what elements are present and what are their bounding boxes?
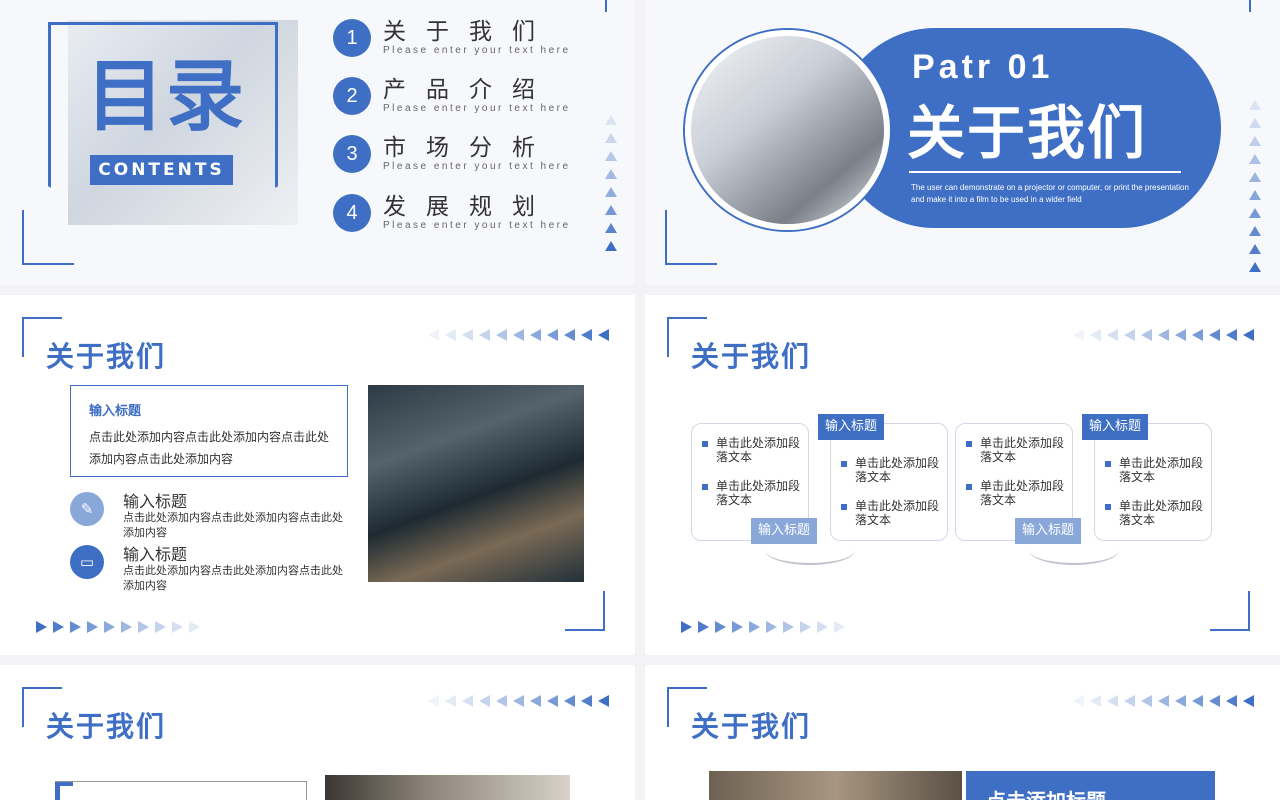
process-tag-2[interactable]: 输入标题 [818,414,885,440]
process-card-4[interactable]: 单击此处添加段落文本 单击此处添加段落文本 [1094,423,1212,541]
toc-item-2[interactable]: 2 产品介绍 Please enter your text here [333,77,571,115]
corner-line-h [22,263,74,265]
card-bullet: 单击此处添加段落文本 [966,436,1072,465]
triangle-column [1249,100,1261,272]
toc-number: 3 [333,135,371,173]
toc-subtitle: Please enter your text here [383,103,571,115]
slide-part-cover[interactable]: Patr 01 关于我们 The user can demonstrate on… [645,0,1280,285]
city-photo [368,385,584,582]
card-bullet: 单击此处添加段落文本 [702,479,808,508]
triangle-row-bottom [36,621,200,633]
process-card-2[interactable]: 单击此处添加段落文本 单击此处添加段落文本 [830,423,948,541]
corner-line-v [22,210,24,265]
toc-item-1[interactable]: 1 关于我们 Please enter your text here [333,19,571,57]
toc-number: 1 [333,19,371,57]
part-description: The user can demonstrate on a projector … [911,183,1189,204]
laptop-photo [325,775,570,800]
corner-bracket [1210,591,1250,631]
card-bullet: 单击此处添加段落文本 [1105,456,1211,485]
triangle-row [1073,695,1254,707]
contents-subtitle: CONTENTS [90,155,233,185]
laptop-icon: ▭ [70,545,104,579]
slide-contents[interactable]: 目录 CONTENTS 1 关于我们 Please enter your tex… [0,0,635,285]
intro-box[interactable]: 输入标题 点击此处添加内容点击此处添加内容点击此处添加内容点击此处添加内容 [70,385,348,477]
corner-line-v [665,210,667,265]
tools-icon: ✎ [70,492,104,526]
toc-title: 市场分析 [383,134,555,161]
toc-number: 4 [333,194,371,232]
feature-body: 点击此处添加内容点击此处添加内容点击此处添加内容 [123,564,343,593]
card-bullet: 单击此处添加段落文本 [841,456,947,485]
toc-item-3[interactable]: 3 市场分析 Please enter your text here [333,135,571,173]
card-bullet: 单击此处添加段落文本 [702,436,808,465]
contents-title: 目录 [86,52,247,142]
card-bullet: 单击此处添加段落文本 [966,479,1072,508]
feature-item-1[interactable]: ✎ 输入标题 点击此处添加内容点击此处添加内容点击此处添加内容 [70,492,343,541]
part-label: Patr 01 [912,48,1054,86]
divider [909,171,1181,173]
toc-title: 发展规划 [383,193,555,220]
process-tag-4[interactable]: 输入标题 [1082,414,1149,440]
intro-box-title: 输入标题 [89,404,142,419]
corner-bracket [565,591,605,631]
slide-about-3[interactable]: 关于我们 [0,665,635,800]
slide-about-2[interactable]: 关于我们 单击此处添加段落文本 单击此处添加段落文本 输入标题 单击此处添加段落… [645,295,1280,655]
section-title: 关于我们 [691,710,812,743]
toc-title: 产品介绍 [383,76,555,103]
toc-item-4[interactable]: 4 发展规划 Please enter your text here [333,194,571,232]
card-bullet: 单击此处添加段落文本 [1105,499,1211,528]
triangle-row [1073,329,1254,341]
part-title: 关于我们 [907,99,1148,167]
title-band: 点击添加标题 [966,771,1215,800]
toc-title: 关于我们 [383,18,555,45]
triangle-row [428,695,609,707]
section-title: 关于我们 [46,710,167,743]
feature-title: 输入标题 [123,492,188,511]
content-box [55,781,307,800]
triangle-row-bottom [681,621,845,633]
triangle-row [428,329,609,341]
feature-item-2[interactable]: ▭ 输入标题 点击此处添加内容点击此处添加内容点击此处添加内容 [70,545,343,594]
toc-subtitle: Please enter your text here [383,161,571,173]
triangle-column [605,115,617,251]
intro-box-body: 点击此处添加内容点击此处添加内容点击此处添加内容点击此处添加内容 [89,430,330,466]
slide-about-1[interactable]: 关于我们 输入标题 点击此处添加内容点击此处添加内容点击此处添加内容点击此处添加… [0,295,635,655]
section-title: 关于我们 [46,340,167,373]
corner-line-h [665,263,717,265]
corner-line [1249,0,1251,12]
toc-subtitle: Please enter your text here [383,220,571,232]
feature-body: 点击此处添加内容点击此处添加内容点击此处添加内容 [123,511,343,540]
meeting-photo [685,30,890,230]
slide-about-4[interactable]: 关于我们 点击添加标题 [645,665,1280,800]
feature-title: 输入标题 [123,545,188,564]
toc-subtitle: Please enter your text here [383,45,571,57]
toc-number: 2 [333,77,371,115]
corner-line [605,0,607,12]
card-bullet: 单击此处添加段落文本 [841,499,947,528]
section-title: 关于我们 [691,340,812,373]
room-photo [709,771,962,800]
